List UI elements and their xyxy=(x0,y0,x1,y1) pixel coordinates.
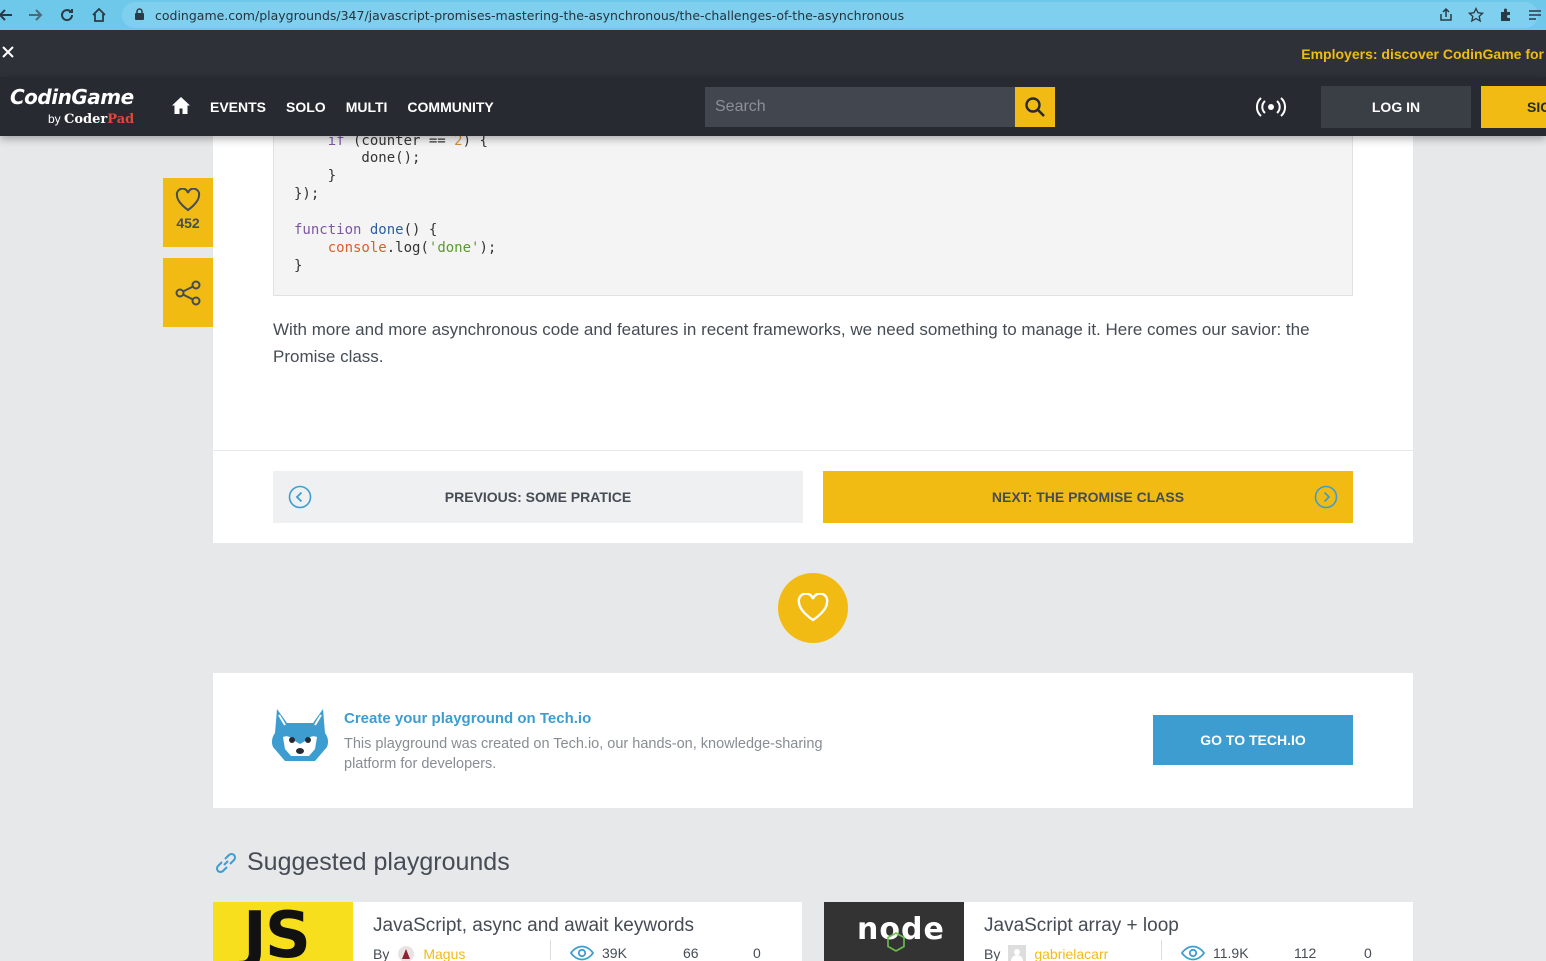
card-divider xyxy=(550,940,551,960)
forward-icon[interactable] xyxy=(23,3,47,27)
card-views-count: 39K xyxy=(602,945,627,961)
avatar xyxy=(398,946,415,961)
lesson-pager: PREVIOUS: SOME PRATICE NEXT: THE PROMISE… xyxy=(213,451,1413,543)
card-comments-count: 0 xyxy=(1364,945,1372,961)
search-button[interactable] xyxy=(1015,87,1055,127)
logo-subtitle: by CoderPad xyxy=(48,112,134,127)
card-likes-count: 66 xyxy=(683,945,699,961)
like-playground-button[interactable] xyxy=(778,573,848,643)
avatar xyxy=(1008,945,1027,961)
eye-icon xyxy=(1181,945,1205,961)
card-views: 39K xyxy=(570,945,627,961)
nav-events[interactable]: EVENTS xyxy=(210,99,266,115)
logo-by: by xyxy=(48,112,61,126)
card-views-count: 11.9K xyxy=(1213,945,1249,961)
card-comments: 0 xyxy=(1364,945,1372,961)
back-icon[interactable] xyxy=(0,3,18,27)
previous-lesson-label: PREVIOUS: SOME PRATICE xyxy=(444,489,632,505)
card-likes-count: 112 xyxy=(1294,945,1317,961)
card-likes: 66 xyxy=(683,945,699,961)
nav-solo[interactable]: SOLO xyxy=(286,99,326,115)
home-browser-icon[interactable] xyxy=(87,3,111,27)
lesson-paragraph: With more and more asynchronous code and… xyxy=(273,320,1310,366)
code-line: console.log('done'); xyxy=(327,240,497,256)
browser-toolbar: codingame.com/playgrounds/347/javascript… xyxy=(0,0,1546,30)
banner-link[interactable]: Employers: discover CodinGame for xyxy=(1301,46,1544,62)
code-line: } xyxy=(294,258,303,274)
techio-fox-logo xyxy=(271,709,329,761)
code-block: if (counter == 2) { done(); } }); functi… xyxy=(273,133,1353,296)
site-header: CodinGame by CoderPad EVENTS SOLO MULTI … xyxy=(0,77,1546,136)
chevron-right-icon xyxy=(1314,485,1338,509)
eye-icon xyxy=(570,945,594,961)
bookmark-star-icon[interactable] xyxy=(1468,7,1484,23)
extensions-icon[interactable] xyxy=(1498,7,1514,23)
card-title[interactable]: JavaScript array + loop xyxy=(984,915,1179,937)
url-text: codingame.com/playgrounds/347/javascript… xyxy=(155,7,905,23)
card-thumbnail: JS xyxy=(213,902,353,961)
card-by: By xyxy=(373,946,390,961)
close-icon[interactable] xyxy=(0,42,16,65)
card-comments: 0 xyxy=(753,945,761,961)
js-logo-text: JS xyxy=(243,902,311,961)
node-hexagon-icon xyxy=(887,932,905,952)
code-line: } xyxy=(294,168,337,184)
share-page-icon[interactable] xyxy=(1438,7,1454,23)
share-button[interactable] xyxy=(163,258,213,327)
card-by: By xyxy=(984,946,1001,961)
employer-banner: Employers: discover CodinGame for xyxy=(0,30,1546,77)
card-views: 11.9K xyxy=(1181,945,1249,961)
next-lesson-button[interactable]: NEXT: THE PROMISE CLASS xyxy=(823,471,1353,523)
logo-pad: Pad xyxy=(107,112,135,127)
address-bar[interactable]: codingame.com/playgrounds/347/javascript… xyxy=(122,2,1538,28)
lock-icon xyxy=(135,8,144,20)
playground-card[interactable]: JS JavaScript, async and await keywords … xyxy=(213,902,802,961)
share-icon xyxy=(175,280,201,305)
main-nav: EVENTS SOLO MULTI COMMUNITY xyxy=(210,99,494,115)
search-input[interactable] xyxy=(705,87,1015,127)
card-thumbnail: node xyxy=(824,902,964,961)
chevron-left-icon xyxy=(288,485,312,509)
link-icon xyxy=(215,852,237,873)
next-lesson-label: NEXT: THE PROMISE CLASS xyxy=(991,489,1185,505)
card-author-row: By gabrielacarr xyxy=(984,945,1108,961)
like-button[interactable]: 452 xyxy=(163,178,213,247)
codingame-logo[interactable]: CodinGame by CoderPad xyxy=(10,85,134,127)
card-author[interactable]: Magus xyxy=(423,946,465,961)
search-icon xyxy=(1025,97,1045,117)
previous-lesson-button[interactable]: PREVIOUS: SOME PRATICE xyxy=(273,471,803,523)
code-line: function done() { xyxy=(294,222,438,238)
go-to-techio-button[interactable]: GO TO TECH.IO xyxy=(1153,715,1353,765)
techio-description: This playground was created on Tech.io, … xyxy=(344,736,823,772)
logo-text: CodinGame xyxy=(10,85,134,109)
nav-multi[interactable]: MULTI xyxy=(346,99,388,115)
techio-promo: Create your playground on Tech.io This p… xyxy=(213,673,1413,808)
code-line: }); xyxy=(294,186,320,202)
like-count: 452 xyxy=(176,215,200,231)
card-author[interactable]: gabrielacarr xyxy=(1034,946,1108,961)
code-line: done(); xyxy=(294,150,421,166)
card-comments-count: 0 xyxy=(753,945,761,961)
signup-button[interactable]: SIGN UP xyxy=(1481,86,1546,128)
techio-title[interactable]: Create your playground on Tech.io xyxy=(344,710,591,727)
logo-coder: Coder xyxy=(64,112,108,127)
nav-community[interactable]: COMMUNITY xyxy=(407,99,493,115)
card-likes: 112 xyxy=(1294,945,1316,961)
card-author-row: By Magus xyxy=(373,945,465,961)
heart-icon xyxy=(175,188,201,212)
heart-icon xyxy=(797,593,829,622)
suggested-title: Suggested playgrounds xyxy=(247,848,510,876)
suggested-header: Suggested playgrounds xyxy=(213,848,510,877)
home-icon[interactable] xyxy=(171,96,191,120)
playground-card[interactable]: node JavaScript array + loop By gabriela… xyxy=(824,902,1413,961)
card-divider xyxy=(1161,940,1162,960)
broadcast-icon[interactable] xyxy=(1255,96,1287,123)
lesson-content: if (counter == 2) { done(); } }); functi… xyxy=(213,133,1413,450)
login-button[interactable]: LOG IN xyxy=(1321,86,1471,128)
reload-icon[interactable] xyxy=(55,3,79,27)
reading-list-icon[interactable] xyxy=(1528,7,1542,23)
card-title[interactable]: JavaScript, async and await keywords xyxy=(373,915,694,937)
